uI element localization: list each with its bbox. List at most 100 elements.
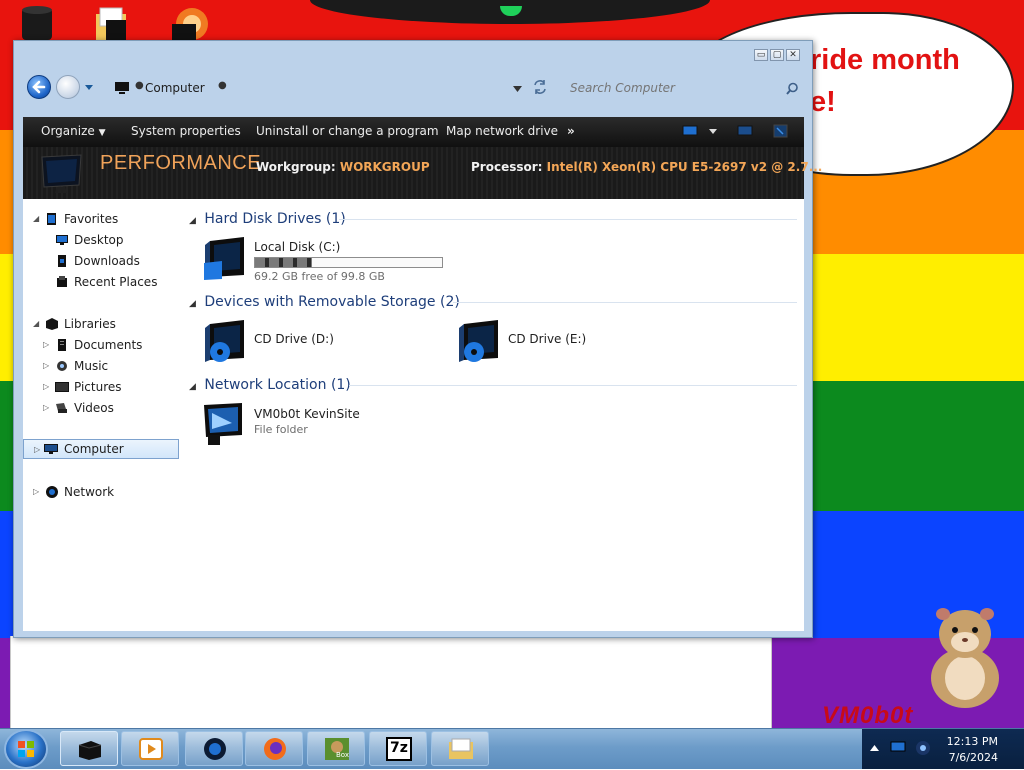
clock-date[interactable]: 7/6/2024 <box>949 751 998 764</box>
watermark-text: VM0b0t <box>822 702 914 729</box>
recent-places-icon <box>57 276 67 287</box>
system-properties-button[interactable]: System properties <box>131 117 241 147</box>
show-hidden-icons-icon[interactable] <box>870 745 879 752</box>
more-commands-button[interactable]: » <box>567 117 575 147</box>
desktop-icon-folder[interactable] <box>92 4 130 40</box>
taskbar-media-player[interactable] <box>121 731 179 766</box>
banner-line-1: ride month <box>810 44 960 76</box>
local-disk-label: Local Disk (C:) <box>254 240 341 254</box>
taskbar-network-app[interactable] <box>185 731 243 766</box>
view-dropdown-icon[interactable] <box>709 129 717 135</box>
music-icon <box>57 361 67 371</box>
taskbar-folder[interactable] <box>431 731 489 766</box>
disk-usage-bar <box>254 257 443 268</box>
desktop-icon <box>56 235 68 245</box>
taskbar-7zip[interactable]: 7z <box>369 731 427 766</box>
media-player-icon <box>139 738 163 760</box>
cd-drive-d-label: CD Drive (D:) <box>254 332 334 346</box>
search-icon[interactable] <box>786 82 799 95</box>
cd-drive-icon <box>459 320 498 362</box>
cd-drive-d-item[interactable]: CD Drive (D:) <box>202 318 402 368</box>
performance-title: PERFORMANCE <box>100 152 262 174</box>
start-button[interactable] <box>6 731 46 767</box>
nav-documents[interactable]: ▷ Documents <box>23 335 183 355</box>
taskbar: Box 7z 12:13 PM 7/6/2024 <box>0 728 1024 769</box>
address-bar[interactable]: ● Computer ● <box>114 79 534 99</box>
organize-button[interactable]: Organize ▼ <box>41 117 106 147</box>
back-arrow-icon <box>32 80 46 94</box>
network-folder-type: File folder <box>254 423 308 436</box>
group-removable-storage[interactable]: ◢ Devices with Removable Storage (2) <box>189 292 797 312</box>
group-network-location[interactable]: ◢ Network Location (1) <box>189 375 797 395</box>
nav-computer[interactable]: ▷ Computer <box>23 439 179 459</box>
nav-music[interactable]: ▷ Music <box>23 356 183 376</box>
explorer-app-icon <box>78 741 102 760</box>
refresh-icon[interactable] <box>532 79 548 95</box>
explorer-window[interactable]: ▭ ▢ ✕ ● Computer ● Organize ▼ System pro… <box>13 40 822 638</box>
network-folder-label: VM0b0t KevinSite <box>254 407 360 421</box>
cd-drive-icon <box>205 320 244 362</box>
nav-recent-places[interactable]: Recent Places <box>23 272 183 292</box>
details-info-bar: PERFORMANCE Workgroup: WORKGROUP Process… <box>23 147 822 199</box>
firefox-icon <box>264 738 286 760</box>
address-toolbar: ● Computer ● <box>14 69 812 109</box>
group-hard-disk-drives[interactable]: ◢ Hard Disk Drives (1) <box>189 209 797 229</box>
nav-pictures[interactable]: ▷ Pictures <box>23 377 183 397</box>
preview-pane-icon[interactable] <box>737 125 753 138</box>
videos-icon <box>56 403 67 413</box>
collapse-arrow-icon[interactable]: ◢ <box>189 216 196 226</box>
clock-time[interactable]: 12:13 PM <box>947 735 998 748</box>
nav-libraries[interactable]: ◢ Libraries <box>23 314 183 334</box>
box-app-label: Box <box>336 751 350 759</box>
nav-videos[interactable]: ▷ Videos <box>23 398 183 418</box>
nav-desktop[interactable]: Desktop <box>23 230 183 250</box>
search-box[interactable] <box>564 78 804 100</box>
cd-drive-e-label: CD Drive (E:) <box>508 332 587 346</box>
network-icon <box>46 486 58 498</box>
desktop-icon-app[interactable] <box>170 4 208 40</box>
breadcrumb-separator-icon[interactable]: ● <box>135 80 144 91</box>
back-button[interactable] <box>27 75 51 99</box>
documents-icon <box>58 339 66 351</box>
search-input[interactable] <box>564 78 802 98</box>
network-folder-item[interactable]: VM0b0t KevinSite File folder <box>202 401 422 451</box>
recent-pages-chevron-icon[interactable] <box>84 84 94 92</box>
banner-line-2: e! <box>810 86 836 118</box>
forward-button[interactable] <box>56 75 80 99</box>
downloads-icon <box>58 255 66 267</box>
computer-nav-icon <box>44 444 58 454</box>
maximize-button[interactable]: ▢ <box>770 49 784 61</box>
uninstall-program-button[interactable]: Uninstall or change a program <box>256 117 439 147</box>
collapse-arrow-icon[interactable]: ◢ <box>189 299 196 309</box>
network-tray-icon[interactable] <box>890 741 906 755</box>
change-view-icon[interactable] <box>682 125 698 138</box>
help-icon[interactable] <box>773 124 789 139</box>
breadcrumb-chevron-icon[interactable]: ● <box>218 80 227 91</box>
nav-downloads[interactable]: Downloads <box>23 251 183 271</box>
disk-usage-fill <box>255 258 313 267</box>
background-window-area <box>10 636 772 728</box>
taskbar-explorer[interactable] <box>60 731 118 766</box>
pictures-icon <box>55 382 69 392</box>
monitor-icon <box>41 154 82 193</box>
libraries-icon <box>46 318 58 330</box>
taskbar-box-app[interactable]: Box <box>307 731 365 766</box>
local-disk-item[interactable]: Local Disk (C:) 69.2 GB free of 99.8 GB <box>202 235 462 285</box>
minimize-button[interactable]: ▭ <box>754 49 768 61</box>
hamster-image <box>931 608 999 708</box>
desktop-icon-bin[interactable] <box>18 4 56 40</box>
cd-drive-e-item[interactable]: CD Drive (E:) <box>456 318 656 368</box>
address-dropdown-icon[interactable] <box>513 86 522 93</box>
nav-network[interactable]: ▷ Network <box>23 482 183 502</box>
windows-logo-icon <box>18 741 34 757</box>
map-network-drive-button[interactable]: Map network drive <box>446 117 558 147</box>
volume-tray-icon[interactable] <box>915 740 931 756</box>
favorites-icon <box>47 213 56 225</box>
close-button[interactable]: ✕ <box>786 49 800 61</box>
nav-favorites[interactable]: ◢ Favorites <box>23 209 183 229</box>
collapse-arrow-icon[interactable]: ◢ <box>189 382 196 392</box>
local-disk-free-space: 69.2 GB free of 99.8 GB <box>254 270 385 283</box>
navigation-pane: ◢ Favorites Desktop Downloads Recent Pla… <box>23 199 183 631</box>
breadcrumb-computer[interactable]: Computer <box>145 81 205 95</box>
taskbar-firefox[interactable] <box>245 731 303 766</box>
